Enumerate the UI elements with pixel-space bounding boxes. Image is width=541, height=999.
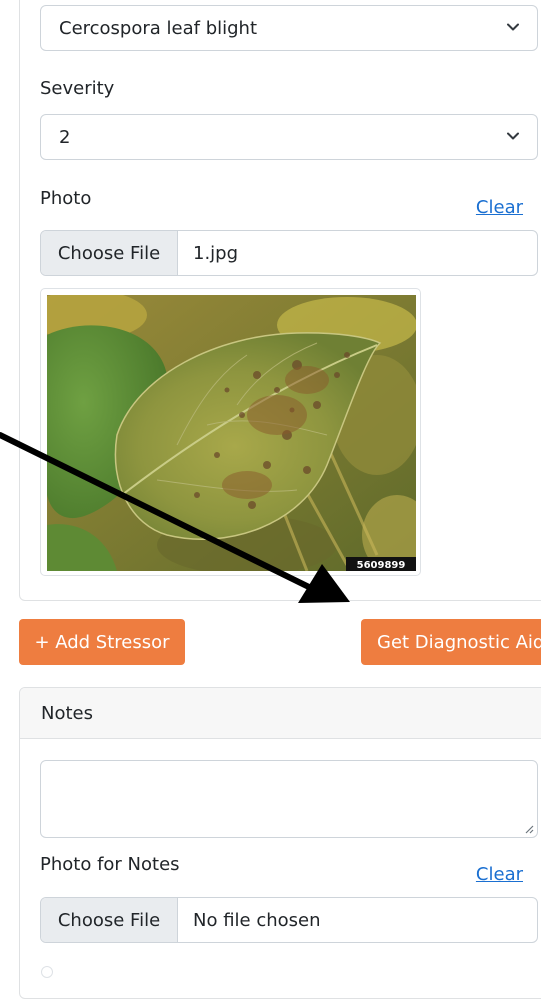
resize-handle-icon[interactable]: [524, 824, 534, 834]
get-diagnostic-aid-button[interactable]: Get Diagnostic Aid: [361, 619, 541, 665]
chevron-down-icon: [507, 132, 519, 140]
photo-preview: 5609899: [40, 288, 421, 576]
add-stressor-button[interactable]: + Add Stressor: [19, 619, 185, 665]
notes-photo-clear-link[interactable]: Clear: [476, 864, 523, 885]
notes-photo-label: Photo for Notes: [40, 854, 180, 875]
leaf-photo-image: 5609899: [47, 295, 416, 571]
file-name: 1.jpg: [193, 242, 239, 264]
severity-value: 2: [59, 126, 71, 148]
stressor-type-value: Cercospora leaf blight: [59, 17, 258, 39]
severity-label: Severity: [40, 78, 115, 99]
notes-radio[interactable]: [41, 966, 53, 978]
file-name: No file chosen: [193, 909, 321, 931]
notes-card: Notes: [19, 687, 541, 999]
choose-file-button[interactable]: Choose File: [41, 898, 178, 942]
choose-file-button[interactable]: Choose File: [41, 231, 178, 275]
photo-file-input[interactable]: Choose File 1.jpg: [40, 230, 538, 276]
notes-photo-file-input[interactable]: Choose File No file chosen: [40, 897, 538, 943]
severity-select[interactable]: 2: [40, 114, 538, 160]
notes-textarea[interactable]: [40, 760, 538, 838]
stressor-type-select[interactable]: Cercospora leaf blight: [40, 5, 538, 51]
preview-watermark: 5609899: [357, 560, 406, 571]
chevron-down-icon: [507, 23, 519, 31]
photo-label: Photo: [40, 188, 92, 209]
notes-header: Notes: [20, 688, 541, 739]
photo-clear-link[interactable]: Clear: [476, 197, 523, 218]
